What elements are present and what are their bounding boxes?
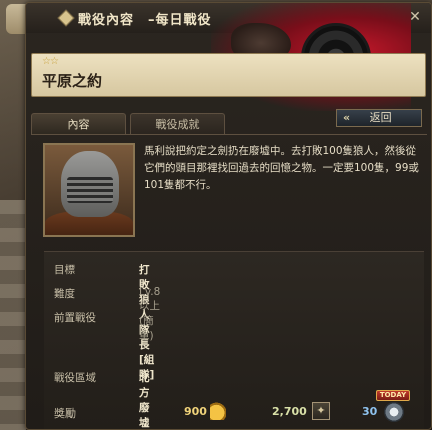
target-label: 目標	[54, 264, 75, 276]
gold-amount: 900	[184, 405, 207, 418]
quest-description: 馬利說把約定之劍扔在廢墟中。去打敗100隻狼人，然後從它們的頭目那裡找回過去的回…	[144, 145, 419, 191]
quest-window: 戰役內容 –每日戰役 ✕ ☆☆ 平原之約 內容 戰役成就 « 返回 馬利說把約定…	[25, 2, 432, 430]
quest-name: 平原之約	[42, 72, 103, 90]
difficulty-value: Lv.8 以上 (簡單)	[139, 286, 161, 342]
npc-portrait	[43, 143, 135, 237]
back-button-label: 返回	[369, 111, 392, 124]
window-title: 戰役內容 –每日戰役	[78, 13, 212, 28]
xp-badge-icon: ✦	[312, 402, 330, 420]
tab-bar: 內容 戰役成就	[31, 113, 225, 135]
quest-name-banner: ☆☆ 平原之約	[31, 53, 426, 97]
diamond-icon	[57, 9, 75, 27]
tab-achievements[interactable]: 戰役成就	[130, 113, 225, 135]
reward-row: 獎勵 900 2,700 ✦ TODAY 30	[54, 390, 424, 424]
area-label: 戰役區域	[54, 372, 96, 384]
tab-content[interactable]: 內容	[31, 113, 126, 135]
xp-amount: 2,700	[272, 405, 307, 418]
today-badge: TODAY	[376, 390, 410, 401]
close-button[interactable]: ✕	[407, 9, 423, 25]
stone-wall-deco	[0, 200, 26, 430]
reward-label: 獎勵	[54, 407, 76, 420]
gold-bag-icon	[210, 402, 226, 420]
prereq-label: 前置戰役	[54, 312, 96, 324]
tab-divider	[31, 134, 427, 135]
back-button[interactable]: « 返回	[336, 109, 422, 127]
double-chevron-left-icon: «	[343, 111, 351, 124]
ap-orb-icon	[384, 402, 404, 422]
difficulty-label: 難度	[54, 288, 75, 300]
quest-info-panel: 目標 打敗狼人隊長[組隊] 難度 Lv.8 以上 (簡單) 前置戰役 戰役區域 …	[44, 251, 424, 429]
ap-amount: 30	[362, 405, 378, 418]
helmet-visor	[67, 177, 113, 203]
difficulty-stars: ☆☆	[42, 56, 59, 67]
